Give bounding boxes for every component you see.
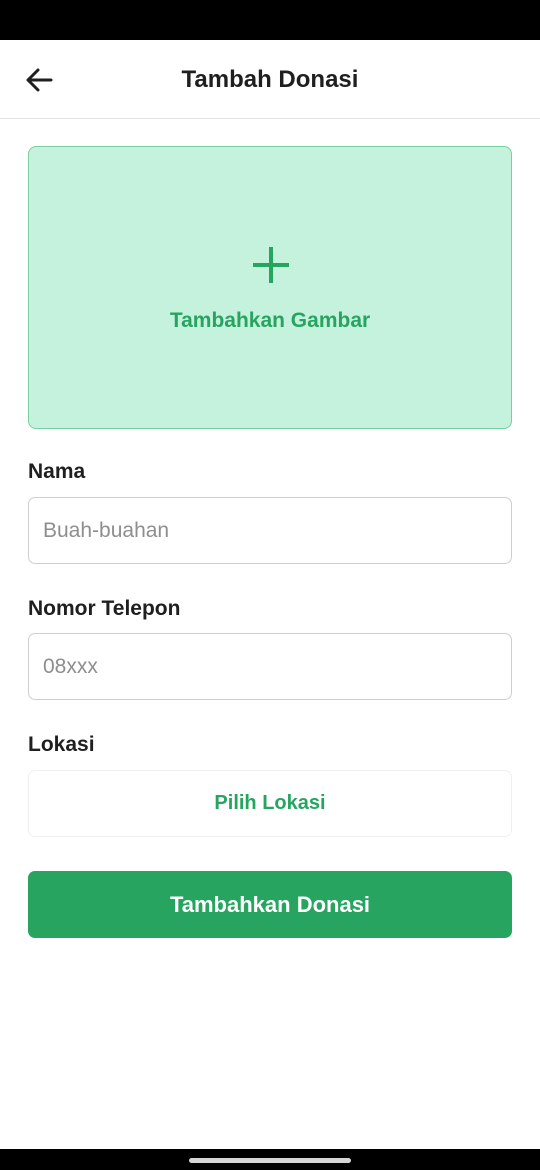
nama-label: Nama bbox=[28, 460, 86, 483]
telepon-label: Nomor Telepon bbox=[28, 597, 181, 620]
status-bar bbox=[0, 0, 540, 40]
pick-location-button[interactable]: Pilih Lokasi bbox=[28, 770, 512, 837]
app-bar: Tambah Donasi bbox=[0, 40, 540, 119]
home-indicator[interactable] bbox=[189, 1158, 351, 1163]
add-image-label: Tambahkan Gambar bbox=[169, 309, 371, 332]
navigation-bar bbox=[0, 1149, 540, 1170]
nama-input[interactable] bbox=[28, 497, 512, 564]
add-image-button[interactable]: Tambahkan Gambar bbox=[28, 146, 512, 429]
lokasi-label: Lokasi bbox=[28, 733, 95, 756]
telepon-input[interactable] bbox=[28, 633, 512, 700]
page-title: Tambah Donasi bbox=[181, 66, 359, 93]
plus-icon bbox=[253, 247, 289, 283]
submit-donation-button[interactable]: Tambahkan Donasi bbox=[28, 871, 512, 938]
pick-location-label: Pilih Lokasi bbox=[214, 792, 326, 814]
submit-donation-label: Tambahkan Donasi bbox=[169, 891, 371, 917]
